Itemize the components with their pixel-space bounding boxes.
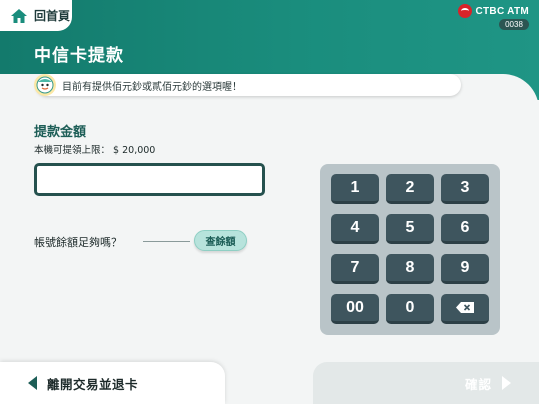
confirm-label: 確認: [464, 376, 492, 392]
key-3[interactable]: 3: [441, 174, 489, 204]
notice-banner: 目前有提供佰元鈔或貳佰元鈔的選項喔！: [36, 74, 461, 96]
backspace-icon: [456, 302, 474, 313]
brand-name: CTBC ATM: [475, 5, 529, 17]
key-00[interactable]: 00: [331, 294, 379, 324]
confirm-button[interactable]: 確認: [313, 362, 539, 404]
key-9[interactable]: 9: [441, 254, 489, 284]
brand-logo: CTBC ATM: [457, 4, 530, 18]
exit-label: 離開交易並退卡: [47, 376, 139, 392]
balance-question: 帳號餘額足夠嗎？: [34, 236, 122, 249]
numeric-keypad: 1 2 3 4 5 6 7 8 9 00 0: [320, 164, 500, 335]
arrow-right-icon: [502, 376, 511, 390]
limit-value: $ 20,000: [113, 145, 156, 156]
key-1[interactable]: 1: [331, 174, 379, 204]
notice-text: 目前有提供佰元鈔或貳佰元鈔的選項喔！: [62, 81, 242, 93]
home-label: 回首頁: [34, 9, 71, 23]
key-6[interactable]: 6: [441, 214, 489, 244]
amount-section-title: 提款金額: [34, 125, 87, 140]
page-title: 中信卡提款: [34, 46, 124, 66]
check-balance-button[interactable]: 查餘額: [194, 230, 247, 251]
key-5[interactable]: 5: [386, 214, 434, 244]
ctbc-logo-icon: [457, 4, 472, 18]
amount-input[interactable]: [34, 163, 265, 196]
key-2[interactable]: 2: [386, 174, 434, 204]
key-7[interactable]: 7: [331, 254, 379, 284]
key-0[interactable]: 0: [386, 294, 434, 324]
key-8[interactable]: 8: [386, 254, 434, 284]
atm-id-badge: 0038: [499, 19, 529, 30]
limit-label: 本機可提領上限：: [34, 145, 111, 156]
withdraw-limit: 本機可提領上限： $ 20,000: [34, 142, 155, 156]
key-4[interactable]: 4: [331, 214, 379, 244]
arrow-left-icon: [28, 376, 37, 390]
divider-line: [143, 241, 190, 242]
home-button[interactable]: 回首頁: [0, 0, 72, 31]
backspace-key[interactable]: [441, 294, 489, 324]
mascot-icon: [34, 74, 56, 96]
exit-transaction-button[interactable]: 離開交易並退卡: [0, 362, 225, 404]
home-icon: [11, 8, 27, 23]
